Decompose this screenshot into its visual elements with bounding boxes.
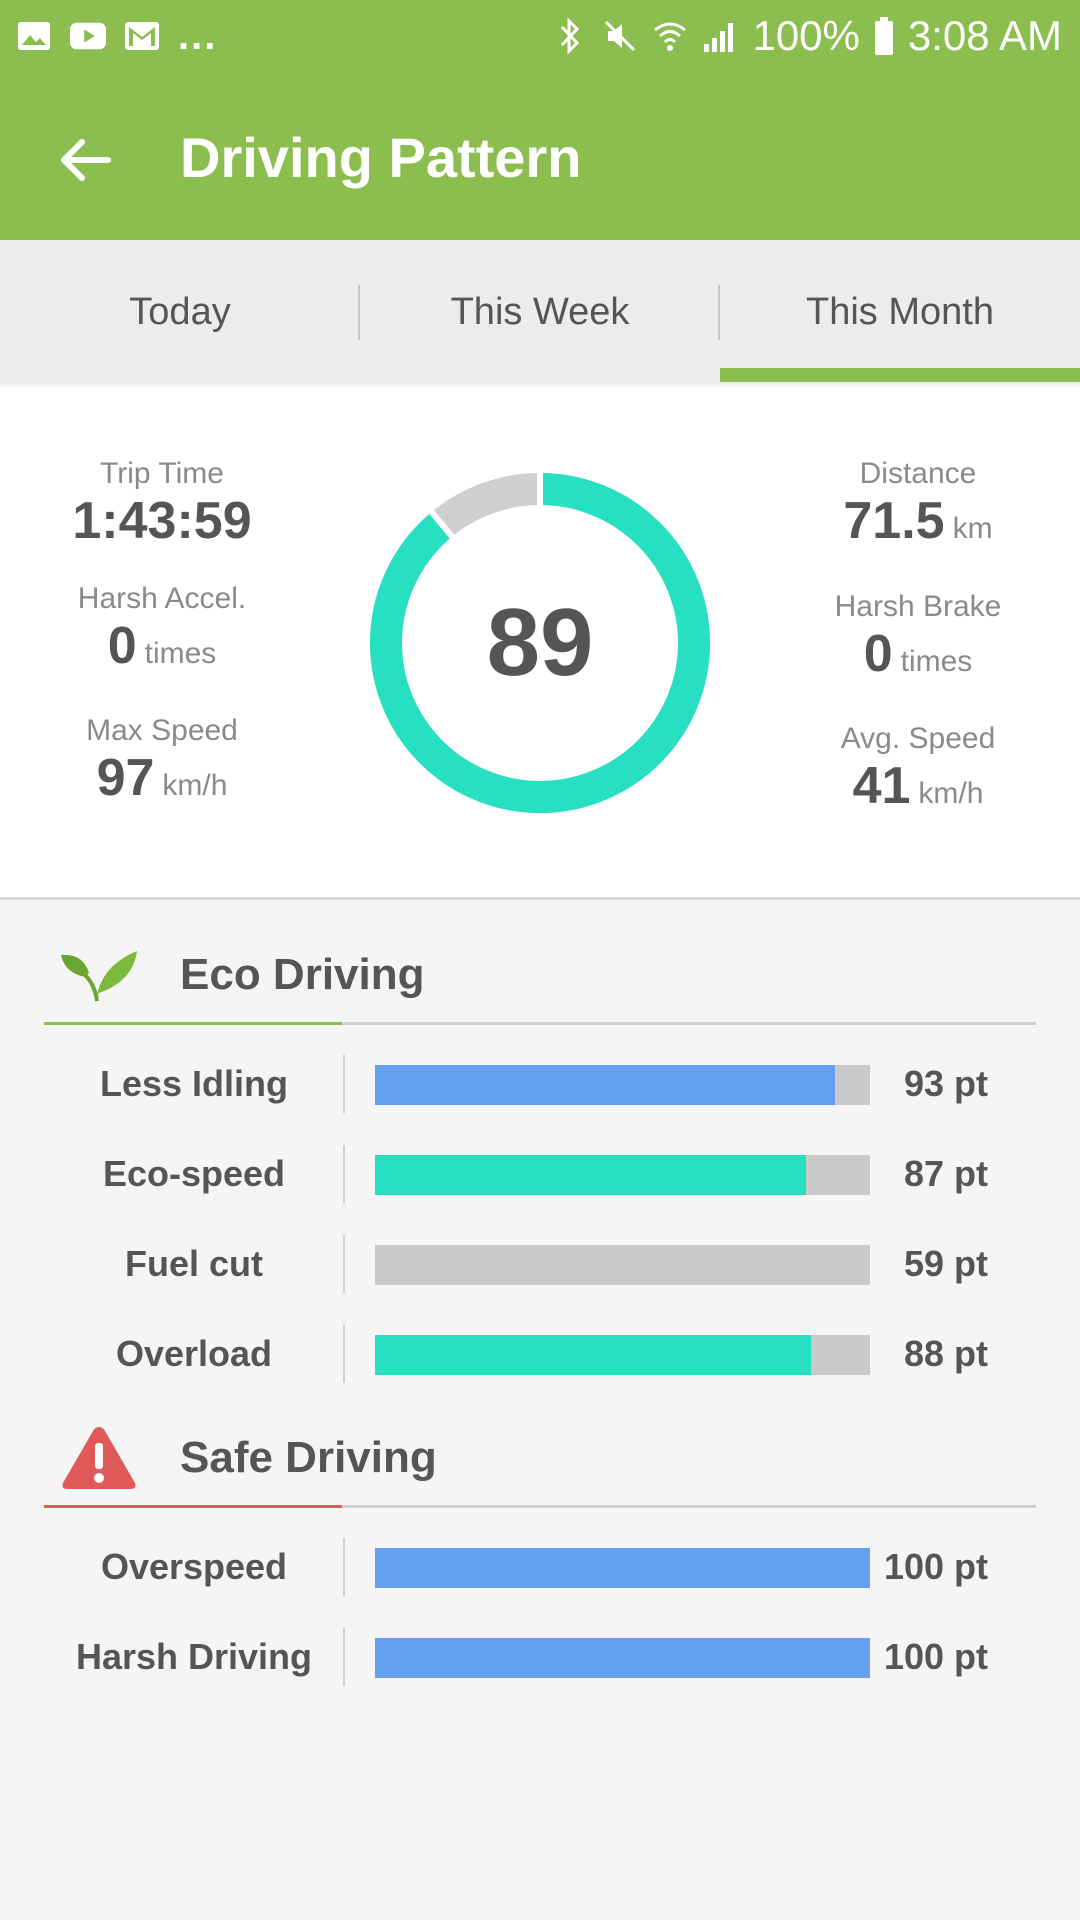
- signal-icon: [702, 18, 738, 54]
- harsh-brake-label: Harsh Brake: [834, 590, 1002, 623]
- mute-icon: [602, 18, 638, 54]
- max-speed-value: 97: [96, 749, 155, 807]
- metric-label: Harsh Driving: [75, 1636, 313, 1677]
- trip-time-value: 1:43:59: [72, 492, 252, 550]
- metric-row-harsh-driving: Harsh Driving 100 pt: [0, 1628, 1080, 1688]
- metric-bar-track: [375, 1155, 870, 1195]
- tab-label: Today: [129, 291, 231, 333]
- metric-label: Overload: [115, 1333, 273, 1374]
- metric-score: 100 pt: [883, 1546, 988, 1587]
- tab-today[interactable]: Today: [0, 240, 360, 385]
- status-bar: ... 100% 3:08 AM: [0, 0, 1080, 75]
- section-accent-line: [44, 1505, 342, 1508]
- harsh-accel-stat: Harsh Accel. 0 times: [37, 582, 287, 676]
- metric-bar-fill: [375, 1548, 870, 1588]
- metric-row-overload: Overload 88 pt: [0, 1325, 1080, 1385]
- metric-divider: [343, 1538, 345, 1596]
- driving-summary: Trip Time 1:43:59 Harsh Accel. 0 times Ma…: [0, 387, 1080, 900]
- section-accent-line: [44, 1022, 342, 1025]
- tab-this-week[interactable]: This Week: [360, 240, 720, 385]
- eco-driving-header: Eco Driving: [44, 925, 1036, 1025]
- metric-label: Overspeed: [100, 1546, 288, 1587]
- section-title: Safe Driving: [180, 1433, 437, 1482]
- safe-driving-header: Safe Driving: [44, 1408, 1036, 1508]
- tab-label: This Month: [806, 291, 994, 333]
- score-gauge: 89: [365, 468, 715, 818]
- warning-icon: [59, 1418, 139, 1498]
- battery-percent: 100%: [752, 12, 860, 59]
- period-tabs: Today This Week This Month: [0, 240, 1080, 385]
- image-icon: [16, 18, 52, 54]
- bluetooth-icon: [552, 17, 588, 55]
- metric-score: 59 pt: [903, 1243, 988, 1284]
- metric-bar-fill: [375, 1155, 806, 1195]
- metric-divider: [343, 1325, 345, 1383]
- app-bar: Driving Pattern: [0, 75, 1080, 240]
- metric-divider: [343, 1235, 345, 1293]
- page-title: Driving Pattern: [180, 126, 582, 189]
- metric-score: 87 pt: [903, 1153, 988, 1194]
- notification-icons: ...: [16, 14, 218, 58]
- youtube-icon: [70, 18, 106, 54]
- metric-row-overspeed: Overspeed 100 pt: [0, 1538, 1080, 1598]
- harsh-accel-unit: times: [144, 637, 217, 670]
- metric-row-eco-speed: Eco-speed 87 pt: [0, 1145, 1080, 1205]
- more-notifications: ...: [178, 14, 218, 58]
- metric-bar-track: [375, 1548, 870, 1588]
- harsh-brake-value: 0: [863, 625, 893, 683]
- arrow-left-icon: [61, 139, 111, 181]
- harsh-accel-label: Harsh Accel.: [77, 582, 247, 615]
- metric-label: Eco-speed: [102, 1153, 286, 1194]
- tab-this-month[interactable]: This Month: [720, 240, 1080, 385]
- back-button[interactable]: [50, 125, 120, 195]
- clock: 3:08 AM: [907, 12, 1062, 59]
- trip-time-stat: Trip Time 1:43:59: [37, 457, 287, 551]
- metric-bar-fill: [375, 1335, 811, 1375]
- metric-divider: [343, 1145, 345, 1203]
- metric-label: Less Idling: [99, 1063, 289, 1104]
- metric-bar-fill: [375, 1638, 870, 1678]
- distance-label: Distance: [859, 457, 977, 490]
- avg-speed-value: 41: [852, 757, 911, 815]
- avg-speed-stat: Avg. Speed 41 km/h: [793, 722, 1043, 816]
- max-speed-stat: Max Speed 97 km/h: [37, 714, 287, 808]
- gmail-icon: [124, 18, 160, 54]
- metric-row-fuel-cut: Fuel cut 59 pt: [0, 1235, 1080, 1295]
- harsh-brake-stat: Harsh Brake 0 times: [793, 590, 1043, 684]
- metric-bar-track: [375, 1065, 870, 1105]
- trip-time-label: Trip Time: [100, 457, 224, 490]
- harsh-brake-unit: times: [900, 645, 973, 678]
- driving-score: 89: [486, 589, 594, 696]
- distance-value: 71.5: [843, 492, 945, 550]
- metric-bar-track: [375, 1245, 870, 1285]
- metric-label: Fuel cut: [124, 1243, 263, 1284]
- tab-label: This Week: [450, 291, 630, 333]
- battery-icon: [874, 17, 894, 55]
- metric-score: 88 pt: [903, 1333, 988, 1374]
- avg-speed-unit: km/h: [918, 777, 984, 810]
- metric-row-less-idling: Less Idling 93 pt: [0, 1055, 1080, 1115]
- system-icons: 100% 3:08 AM: [552, 12, 1062, 60]
- max-speed-label: Max Speed: [86, 714, 238, 747]
- metric-score: 93 pt: [903, 1063, 988, 1104]
- section-title: Eco Driving: [180, 950, 425, 999]
- metric-bar-fill: [375, 1065, 836, 1105]
- leaf-icon: [59, 935, 139, 1015]
- metric-bar-track: [375, 1335, 870, 1375]
- distance-stat: Distance 71.5 km: [793, 457, 1043, 551]
- wifi-icon: [652, 18, 688, 54]
- max-speed-unit: km/h: [162, 769, 228, 802]
- metric-divider: [343, 1628, 345, 1686]
- metric-bar-track: [375, 1638, 870, 1678]
- selected-tab-indicator: [720, 368, 1080, 382]
- avg-speed-label: Avg. Speed: [840, 722, 996, 755]
- distance-unit: km: [952, 512, 993, 545]
- metric-divider: [343, 1055, 345, 1113]
- metric-score: 100 pt: [883, 1636, 988, 1677]
- harsh-accel-value: 0: [107, 617, 137, 675]
